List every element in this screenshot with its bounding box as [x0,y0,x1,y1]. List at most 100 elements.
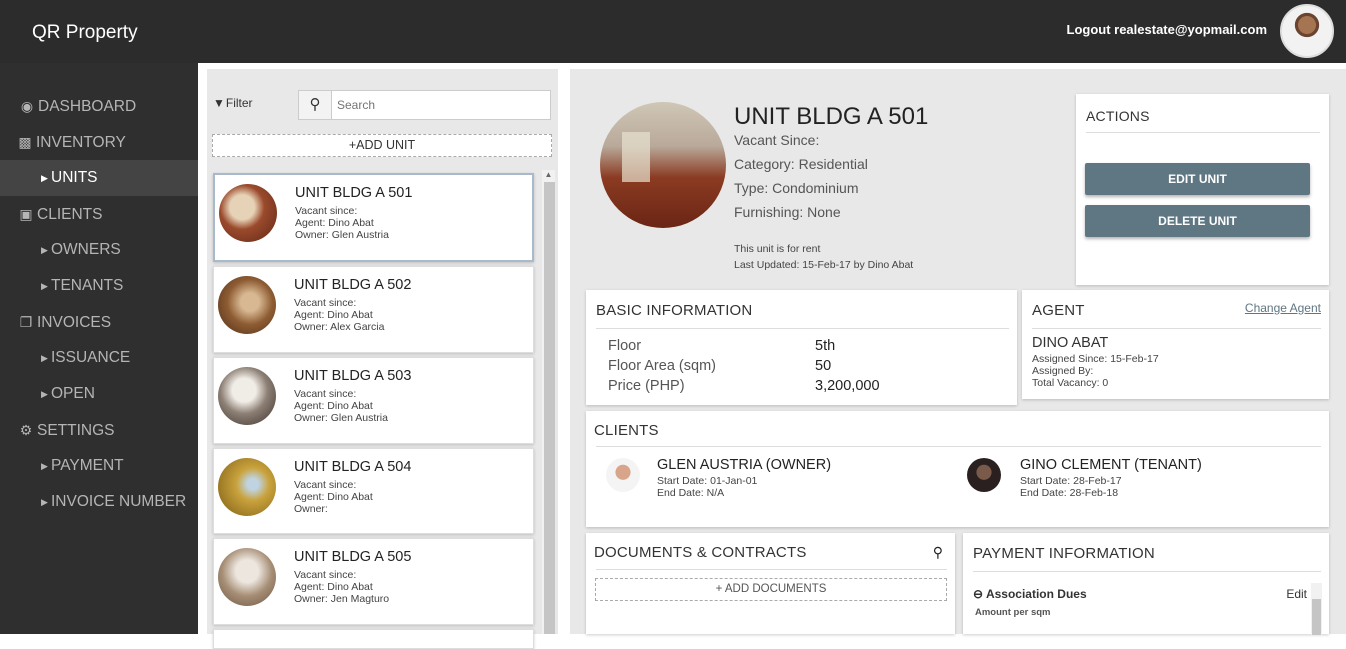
floor-value: 5th [815,338,836,354]
unit-thumbnail [218,276,276,334]
payment-scroll-thumb[interactable] [1312,599,1321,635]
sidebar-item-inventory[interactable]: ▩ INVENTORY [0,124,198,160]
unit-card[interactable]: UNIT BLDG A 505 Vacant since: Agent: Din… [213,538,534,625]
client-end: End Date: 28-Feb-18 [1020,487,1119,499]
association-dues-toggle[interactable]: ⊖ Association Dues [973,587,1087,601]
agent-title: AGENT [1032,302,1085,319]
client-avatar [606,458,640,492]
sidebar-item-clients[interactable]: ▣ CLIENTS [0,196,198,232]
last-updated: Last Updated: 15-Feb-17 by Dino Abat [734,259,914,271]
clients-title: CLIENTS [594,422,659,439]
unit-vacant: Vacant since: [294,297,357,309]
client-meta: Start Date: 28-Feb-17 End Date: 28-Feb-1… [1020,475,1122,499]
chevron-right-icon: ▶ [41,245,48,255]
sidebar-item-dashboard[interactable]: ◉ DASHBOARD [0,88,198,124]
divider [1086,132,1320,133]
client-name[interactable]: GLEN AUSTRIA (OWNER) [657,457,831,473]
sidebar-item-label: CLIENTS [37,206,103,223]
unit-owner: Owner: Glen Austria [294,412,388,424]
sidebar-item-label: TENANTS [51,277,124,294]
association-dues-label: Association Dues [985,587,1087,601]
client-start: Start Date: 28-Feb-17 [1020,475,1122,487]
unit-vacant: Vacant since: [294,388,357,400]
sidebar-item-label: PAYMENT [51,457,124,474]
minus-circle-icon: ⊖ [973,587,984,601]
filter-button[interactable]: ▼Filter [213,96,253,110]
user-avatar[interactable] [1280,4,1334,58]
unit-owner: Owner: [294,503,328,515]
search-icon: ⚲ [309,96,321,113]
basic-info-panel: BASIC INFORMATION Floor 5th Floor Area (… [586,290,1017,405]
unit-card[interactable]: UNIT BLDG A 501 Vacant since: Agent: Din… [213,173,534,262]
logout-link[interactable]: Logout realestate@yopmail.com [1067,22,1268,37]
sidebar-item-invoice-number[interactable]: ▶ INVOICE NUMBER [0,484,198,520]
add-documents-button[interactable]: + ADD DOCUMENTS [595,578,947,601]
unit-list-scroll-thumb[interactable] [544,182,555,634]
sidebar-item-invoices[interactable]: ❐ INVOICES [0,304,198,340]
agent-panel: AGENT Change Agent DINO ABAT Assigned Si… [1022,290,1329,399]
sidebar-item-issuance[interactable]: ▶ ISSUANCE [0,340,198,376]
unit-category: Category: Residential [734,156,868,172]
sidebar-item-label: UNITS [51,169,98,186]
sidebar-item-owners[interactable]: ▶ OWNERS [0,232,198,268]
unit-type: Type: Condominium [734,180,859,196]
chevron-right-icon: ▶ [41,497,48,507]
divider [596,569,947,570]
edit-link[interactable]: Edit [1286,587,1307,601]
floor-area-label: Floor Area (sqm) [608,358,716,374]
unit-detail: UNIT BLDG A 501 Vacant Since: Category: … [570,69,1346,635]
unit-photo [600,102,726,228]
chevron-right-icon: ▶ [41,281,48,291]
search-input[interactable] [331,90,551,120]
unit-card[interactable] [213,629,534,649]
agent-meta: Assigned Since: 15-Feb-17 Assigned By: T… [1032,353,1159,389]
sidebar: ◉ DASHBOARD ▩ INVENTORY ▶ UNITS ▣ CLIENTS ▶ O… [0,63,198,634]
delete-unit-button[interactable]: DELETE UNIT [1085,205,1310,237]
unit-thumbnail [218,367,276,425]
divider [596,446,1321,447]
chevron-right-icon: ▶ [41,173,48,183]
brand-title[interactable]: QR Property [32,22,138,44]
documents-panel: DOCUMENTS & CONTRACTS ⚲ + ADD DOCUMENTS [586,533,955,634]
unit-agent: Agent: Dino Abat [294,309,373,321]
unit-agent: Agent: Dino Abat [294,581,373,593]
payment-panel: PAYMENT INFORMATION ⊖ Association Dues E… [963,533,1329,635]
unit-title: UNIT BLDG A 501 [734,103,929,130]
sidebar-item-settings[interactable]: ⚙ SETTINGS [0,412,198,448]
unit-name: UNIT BLDG A 501 [295,185,413,201]
unit-owner: Owner: Alex Garcia [294,321,385,333]
client-name[interactable]: GINO CLEMENT (TENANT) [1020,457,1202,473]
sidebar-item-units[interactable]: ▶ UNITS [0,160,198,196]
unit-card[interactable]: UNIT BLDG A 502 Vacant since: Agent: Din… [213,266,534,353]
unit-thumbnail [218,458,276,516]
top-bar: QR Property Logout realestate@yopmail.co… [0,0,1346,63]
sidebar-item-payment[interactable]: ▶ PAYMENT [0,448,198,484]
search-button[interactable]: ⚲ [298,90,332,120]
id-card-icon: ▣ [19,206,33,222]
total-vacancy: Total Vacancy: 0 [1032,377,1109,389]
unit-thumbnail [219,184,277,242]
unit-card[interactable]: UNIT BLDG A 503 Vacant since: Agent: Din… [213,357,534,444]
sidebar-item-open[interactable]: ▶ OPEN [0,376,198,412]
actions-title: ACTIONS [1086,108,1150,124]
unit-owner: Owner: Glen Austria [295,229,389,241]
search-icon[interactable]: ⚲ [933,544,943,561]
scroll-up-icon[interactable]: ▲ [542,170,555,182]
filter-icon: ▼ [213,96,225,110]
unit-card[interactable]: UNIT BLDG A 504 Vacant since: Agent: Din… [213,448,534,534]
add-unit-button[interactable]: +ADD UNIT [212,134,552,157]
sidebar-item-tenants[interactable]: ▶ TENANTS [0,268,198,304]
unit-furnishing: Furnishing: None [734,204,841,220]
documents-title: DOCUMENTS & CONTRACTS [594,544,807,561]
unit-meta: Vacant since: Agent: Dino Abat Owner: [294,479,373,515]
client-end: End Date: N/A [657,487,725,499]
change-agent-link[interactable]: Change Agent [1245,301,1321,315]
sitemap-icon: ▩ [18,134,32,150]
sidebar-item-label: ISSUANCE [51,349,131,366]
assigned-by: Assigned By: [1032,365,1094,377]
filter-label: Filter [225,96,253,110]
basic-info-title: BASIC INFORMATION [596,302,753,319]
client-start: Start Date: 01-Jan-01 [657,475,758,487]
vacant-since: Vacant Since: [734,132,820,148]
edit-unit-button[interactable]: EDIT UNIT [1085,163,1310,195]
